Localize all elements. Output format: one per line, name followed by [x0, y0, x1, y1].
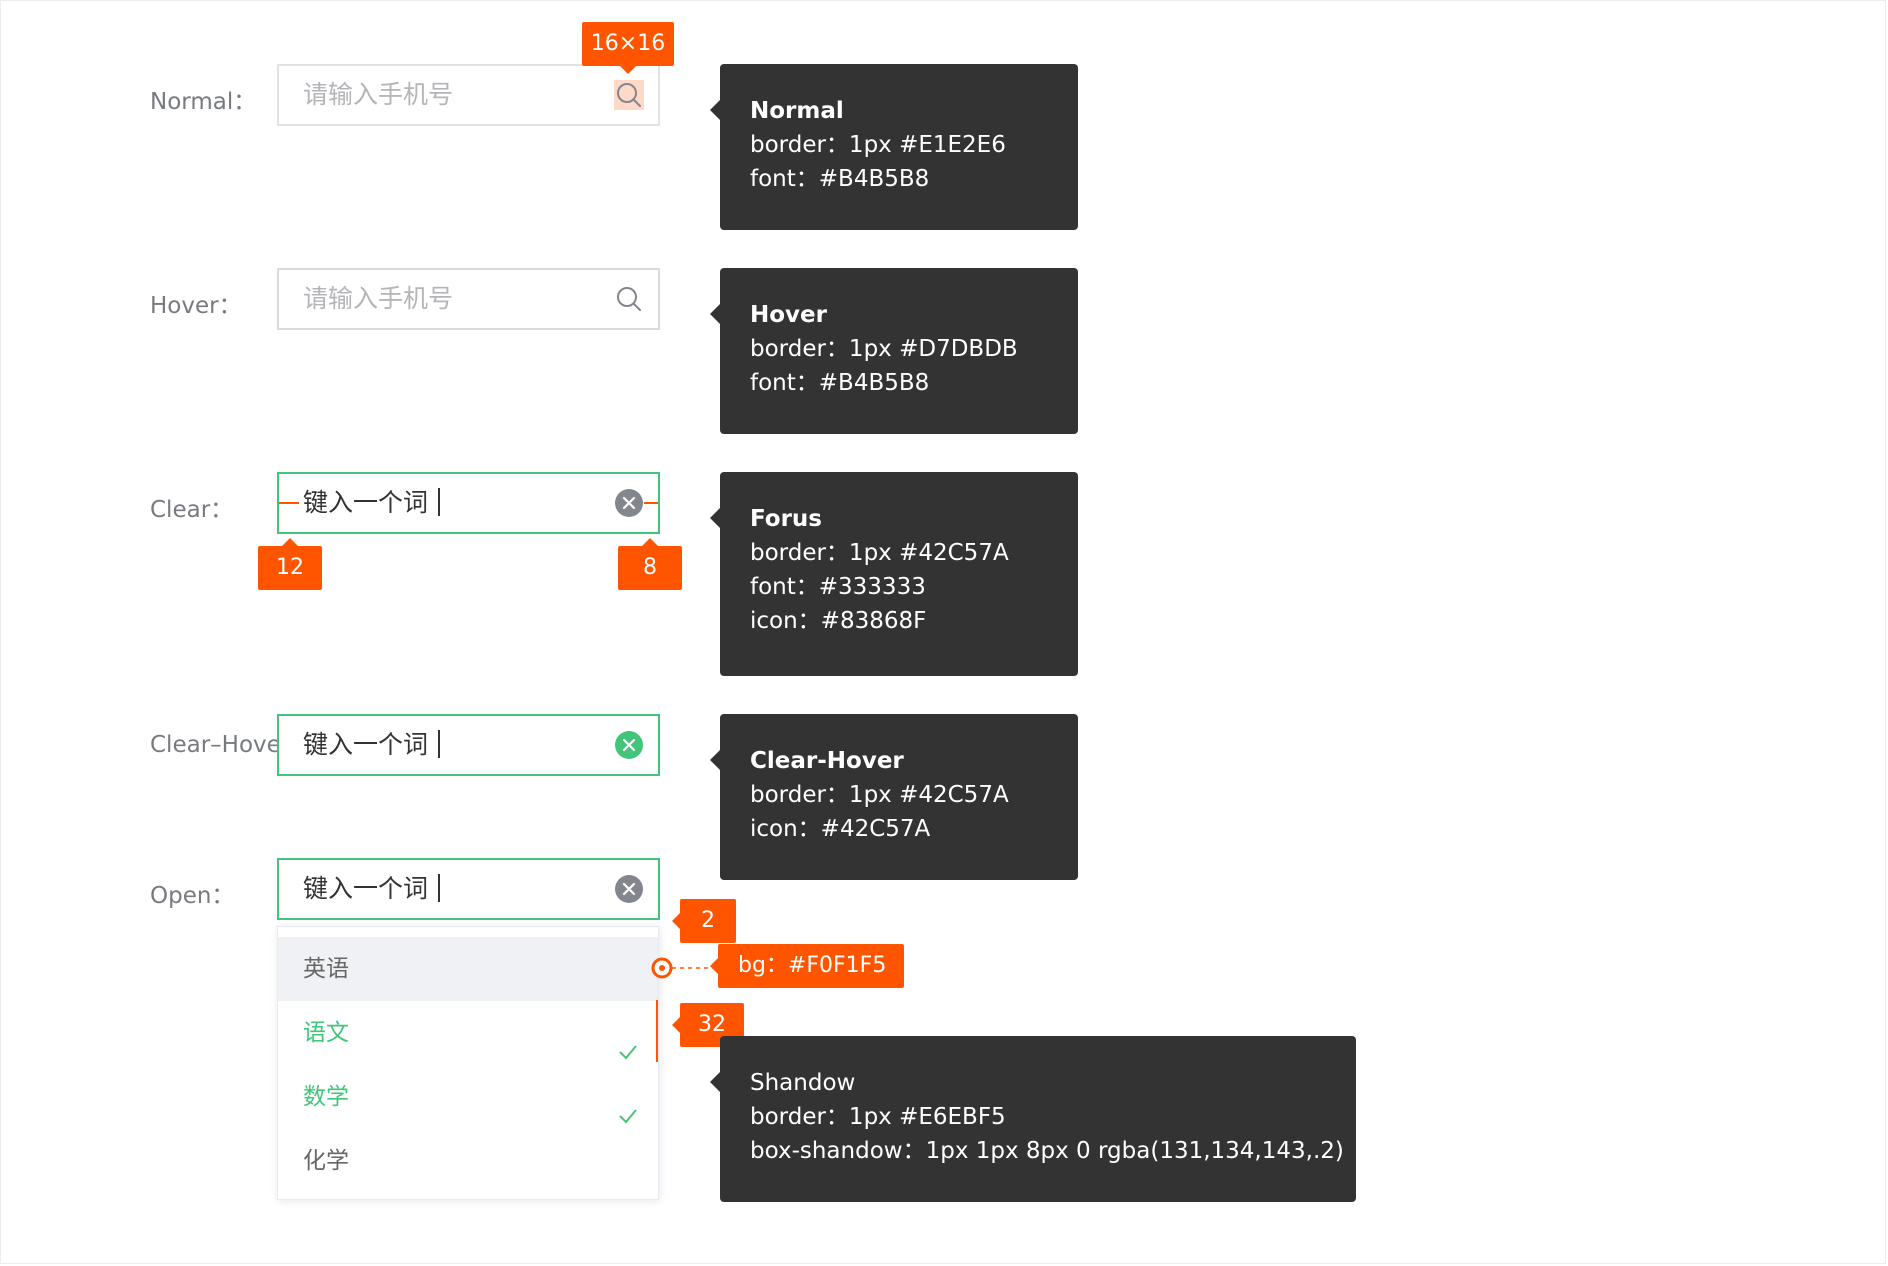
option-label: 化学 [303, 1148, 349, 1174]
tooltip-line: border：1px #42C57A [750, 540, 1009, 566]
text-caret [438, 488, 441, 516]
search-icon[interactable] [614, 80, 644, 110]
tooltip-title: Shandow [750, 1070, 856, 1096]
tooltip-line: border：1px #42C57A [750, 782, 1009, 808]
dropdown-option[interactable]: 英语 [278, 937, 658, 1001]
option-bg-pointer [651, 957, 716, 979]
tooltip-line: border：1px #D7DBDB [750, 336, 1018, 362]
padding-right-annotation: 8 [618, 538, 682, 590]
tooltip-title: Forus [750, 506, 822, 532]
dropdown-option[interactable]: 化学 [278, 1129, 658, 1193]
option-height-marker [656, 1000, 658, 1062]
dropdown-option[interactable]: 语文 [278, 1001, 658, 1065]
shadow-spec-tooltip: Shandow border：1px #E6EBF5 box-shandow：1… [710, 1036, 1356, 1202]
dropdown-option[interactable]: 数学 [278, 1065, 658, 1129]
text-caret [438, 874, 441, 902]
clear-icon[interactable] [614, 488, 644, 518]
input-text: 键入一个词 [303, 488, 429, 517]
hover-placeholder: 请输入手机号 [303, 284, 454, 313]
clear-icon[interactable] [614, 874, 644, 904]
tooltip-line: icon：#83868F [750, 608, 927, 634]
open-row-label: Open： [150, 883, 235, 909]
tooltip-title: Normal [750, 98, 844, 124]
tooltip-line: border：1px #E1E2E6 [750, 132, 1006, 158]
dropdown-gap-annotation: 2 [672, 899, 736, 943]
tooltip-title: Hover [750, 302, 827, 328]
tooltip-line: font：#333333 [750, 574, 926, 600]
hover-row-label: Hover： [150, 293, 242, 319]
option-label: 英语 [303, 956, 349, 982]
normal-search-input[interactable]: 请输入手机号 [277, 64, 660, 126]
option-bg-annotation: bg：#F0F1F5 [710, 944, 904, 988]
clear-row-label: Clear： [150, 497, 234, 523]
option-label: 数学 [303, 1084, 349, 1110]
clear-hover-input-value: 键入一个词 [303, 716, 441, 774]
clear-hover-input[interactable]: 键入一个词 [277, 714, 660, 776]
hover-spec-tooltip: Hover border：1px #D7DBDB font：#B4B5B8 [710, 268, 1078, 434]
open-select-input[interactable]: 键入一个词 [277, 858, 660, 920]
tooltip-line: font：#B4B5B8 [750, 166, 930, 192]
icon-size-annotation: 16×16 [582, 22, 674, 74]
clear-input[interactable]: 键入一个词 [277, 472, 660, 534]
input-text: 键入一个词 [303, 874, 429, 903]
option-label: 语文 [303, 1020, 349, 1046]
dropdown-menu: 英语 语文 数学 化学 [277, 926, 659, 1200]
tooltip-line: font：#B4B5B8 [750, 370, 930, 396]
tooltip-line: border：1px #E6EBF5 [750, 1104, 1006, 1130]
clear-hover-row-label: Clear–Hover [150, 732, 280, 758]
padding-left-annotation: 12 [258, 538, 322, 590]
clear-hover-spec-tooltip: Clear-Hover border：1px #42C57A icon：#42C… [710, 714, 1078, 880]
hover-search-input[interactable]: 请输入手机号 [277, 268, 660, 330]
padding-left-marker [279, 502, 299, 504]
tooltip-line: icon：#42C57A [750, 816, 931, 842]
tooltip-title: Clear-Hover [750, 748, 904, 774]
normal-spec-tooltip: Normal border：1px #E1E2E6 font：#B4B5B8 [710, 64, 1078, 230]
normal-row-label: Normal： [150, 89, 257, 115]
input-text: 键入一个词 [303, 730, 429, 759]
clear-icon[interactable] [614, 730, 644, 760]
padding-right-marker [644, 502, 658, 504]
text-caret [438, 730, 441, 758]
normal-placeholder: 请输入手机号 [303, 80, 454, 109]
focus-spec-tooltip: Forus border：1px #42C57A font：#333333 ic… [710, 472, 1078, 676]
clear-input-value: 键入一个词 [303, 474, 441, 532]
open-input-value: 键入一个词 [303, 860, 441, 918]
search-icon[interactable] [614, 284, 644, 314]
tooltip-line: box-shandow：1px 1px 8px 0 rgba(131,134,1… [750, 1138, 1344, 1164]
